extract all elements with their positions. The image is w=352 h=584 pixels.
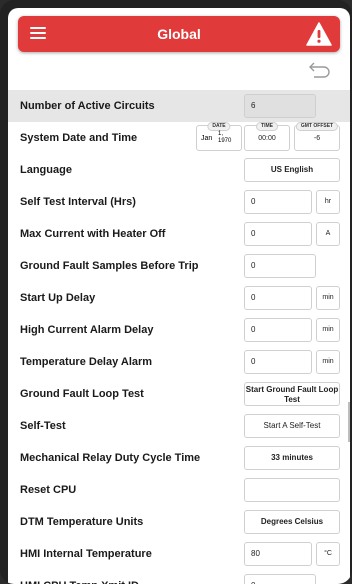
button-label: Start Ground Fault Loop Test <box>245 385 339 404</box>
row-self-test: Self-Test Start A Self-Test <box>8 410 350 442</box>
reset-cpu-button[interactable] <box>244 478 340 502</box>
row-label: Start Up Delay <box>20 292 96 304</box>
row-label: Ground Fault Loop Test <box>20 388 144 400</box>
header-bar: Global <box>18 16 340 52</box>
row-label: HMI CPU Temp Xmit ID <box>20 570 139 584</box>
row-label: DTM Temperature Units <box>20 516 144 528</box>
row-start-up-delay: Start Up Delay 0 min <box>8 282 350 314</box>
field-value: 0 <box>251 261 256 270</box>
hmi-internal-temperature-field: 80 <box>244 542 312 566</box>
start-up-delay-input[interactable]: 0 <box>244 286 312 310</box>
max-current-input[interactable]: 0 <box>244 222 312 246</box>
page-title: Global <box>157 26 201 42</box>
button-label: Start A Self-Test <box>263 421 321 430</box>
field-value: US English <box>270 165 314 174</box>
date-field[interactable]: DATE Jan 1, 1970 <box>196 122 242 151</box>
unit-label: °C <box>316 542 340 566</box>
scrollbar[interactable] <box>348 402 350 442</box>
row-ground-fault-loop-test: Ground Fault Loop Test Start Ground Faul… <box>8 378 350 410</box>
field-value: 0 <box>251 575 255 584</box>
screen: Global Number of Active Circuits 6 Syste… <box>8 8 350 584</box>
row-hmi-internal-temperature: HMI Internal Temperature 80 °C <box>8 538 350 570</box>
back-arrow-icon[interactable] <box>306 62 332 80</box>
ground-fault-samples-input[interactable]: 0 <box>244 254 316 278</box>
row-reset-cpu: Reset CPU <box>8 474 350 506</box>
start-ground-fault-loop-test-button[interactable]: Start Ground Fault Loop Test <box>244 382 340 406</box>
field-value: Degrees Celsius <box>260 517 324 526</box>
row-temperature-delay-alarm: Temperature Delay Alarm 0 min <box>8 346 350 378</box>
row-label: Number of Active Circuits <box>20 100 155 112</box>
date-day-year: 1, 1970 <box>218 131 232 144</box>
row-system-date-time: System Date and Time DATE Jan 1, 1970 TI… <box>8 122 350 154</box>
row-label: System Date and Time <box>20 132 138 144</box>
field-value: 0 <box>251 325 256 334</box>
row-max-current: Max Current with Heater Off 0 A <box>8 218 350 250</box>
row-hmi-cpu-temp-xmit-id: HMI CPU Temp Xmit ID 0 <box>8 570 350 584</box>
date-month: Jan <box>201 135 213 142</box>
row-label: Max Current with Heater Off <box>20 228 166 240</box>
hmi-cpu-temp-xmit-id-input[interactable]: 0 <box>244 574 316 584</box>
row-label: Temperature Delay Alarm <box>20 356 153 368</box>
relay-duty-cycle-select[interactable]: 33 minutes <box>244 446 340 470</box>
row-self-test-interval: Self Test Interval (Hrs) 0 hr <box>8 186 350 218</box>
row-label: Ground Fault Samples Before Trip <box>20 260 199 272</box>
unit-label: A <box>316 222 340 246</box>
warning-icon[interactable] <box>306 22 332 46</box>
time-field[interactable]: TIME 00:00 <box>244 122 290 151</box>
self-test-interval-input[interactable]: 0 <box>244 190 312 214</box>
row-label: Self-Test <box>20 420 66 432</box>
field-value: 0 <box>251 197 256 206</box>
time-header: TIME <box>256 122 278 131</box>
start-self-test-button[interactable]: Start A Self-Test <box>244 414 340 438</box>
high-current-alarm-delay-input[interactable]: 0 <box>244 318 312 342</box>
language-select[interactable]: US English <box>244 158 340 182</box>
row-label: HMI Internal Temperature <box>20 548 152 560</box>
row-high-current-alarm-delay: High Current Alarm Delay 0 min <box>8 314 350 346</box>
row-language: Language US English <box>8 154 350 186</box>
gmt-offset-field[interactable]: GMT OFFSET -6 <box>294 122 340 151</box>
field-value: 80 <box>251 549 260 558</box>
unit-label: min <box>316 286 340 310</box>
unit-label: min <box>316 350 340 374</box>
row-label: High Current Alarm Delay <box>20 324 154 336</box>
unit-label: min <box>316 318 340 342</box>
row-relay-duty-cycle: Mechanical Relay Duty Cycle Time 33 minu… <box>8 442 350 474</box>
row-active-circuits: Number of Active Circuits 6 <box>8 90 350 122</box>
field-value: 6 <box>251 101 256 110</box>
unit-label: hr <box>316 190 340 214</box>
gmt-offset-header: GMT OFFSET <box>295 122 339 131</box>
date-header: DATE <box>207 122 231 131</box>
row-label: Mechanical Relay Duty Cycle Time <box>20 452 201 464</box>
temperature-delay-alarm-input[interactable]: 0 <box>244 350 312 374</box>
time-value: 00:00 <box>258 135 276 142</box>
row-ground-fault-samples: Ground Fault Samples Before Trip 0 <box>8 250 350 282</box>
field-value: 0 <box>251 357 256 366</box>
field-value: 0 <box>251 229 256 238</box>
gmt-offset-value: -6 <box>313 135 321 142</box>
row-label: Language <box>20 164 72 176</box>
field-value: 0 <box>251 293 256 302</box>
row-dtm-temperature-units: DTM Temperature Units Degrees Celsius <box>8 506 350 538</box>
row-label: Self Test Interval (Hrs) <box>20 196 136 208</box>
field-value: 33 minutes <box>271 453 313 462</box>
row-label: Reset CPU <box>20 484 77 496</box>
temperature-units-select[interactable]: Degrees Celsius <box>244 510 340 534</box>
device-frame: Global Number of Active Circuits 6 Syste… <box>0 0 352 584</box>
active-circuits-field: 6 <box>244 94 316 118</box>
